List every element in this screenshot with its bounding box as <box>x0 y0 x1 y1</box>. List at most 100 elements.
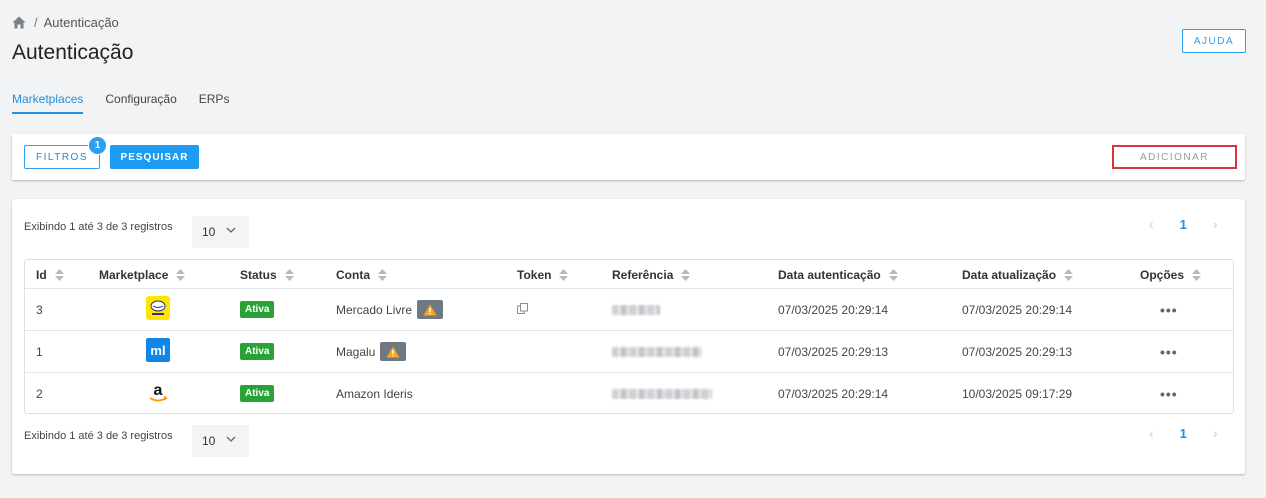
column-header-opcoes[interactable]: Opções <box>1140 268 1202 282</box>
column-header-label: Data atualização <box>962 268 1057 282</box>
auth-date: 07/03/2025 20:29:14 <box>778 302 889 317</box>
redacted-reference <box>612 388 712 399</box>
cell-referencia <box>612 331 702 372</box>
page-number[interactable]: 1 <box>1180 217 1187 232</box>
sort-icon[interactable] <box>1192 269 1202 281</box>
chevron-left-icon[interactable]: ‹ <box>1149 216 1154 232</box>
cell-id: 2 <box>36 373 43 414</box>
column-header-label: Status <box>240 268 277 282</box>
filter-toolbar: FILTROS 1 PESQUISAR ADICIONAR <box>12 134 1245 180</box>
column-header-label: Opções <box>1140 268 1185 282</box>
column-header-data-autenticacao[interactable]: Data autenticação <box>778 268 898 282</box>
home-icon[interactable] <box>12 16 26 29</box>
cell-data-autenticacao: 07/03/2025 20:29:14 <box>778 289 888 330</box>
column-header-label: Conta <box>336 268 370 282</box>
row-id: 3 <box>36 302 43 317</box>
breadcrumb-separator: / <box>34 15 38 30</box>
redacted-reference <box>612 346 702 357</box>
cell-referencia <box>612 373 712 414</box>
tab-erps[interactable]: ERPs <box>199 92 230 114</box>
svg-text:ml: ml <box>150 343 165 358</box>
tab-configuracao[interactable]: Configuração <box>105 92 176 114</box>
cell-opcoes: ••• <box>1160 289 1178 330</box>
chevron-left-icon[interactable]: ‹ <box>1149 425 1154 441</box>
pagination-bottom: ‹ 1 › <box>1149 425 1218 441</box>
sort-icon[interactable] <box>1064 269 1074 281</box>
table-row: 3 Ativa Mercado Livre 07/03/2025 20:29:14 07… <box>25 289 1233 331</box>
cell-data-autenticacao: 07/03/2025 20:29:13 <box>778 331 888 372</box>
breadcrumb: / Autenticação <box>12 15 119 30</box>
magalu-logo: ml <box>146 338 170 365</box>
add-button[interactable]: ADICIONAR <box>1112 145 1237 169</box>
more-options-icon[interactable]: ••• <box>1160 344 1178 360</box>
column-header-id[interactable]: Id <box>36 268 64 282</box>
amazon-logo: a <box>146 380 170 407</box>
page-size-select-bottom[interactable]: 10 <box>192 425 249 457</box>
column-header-label: Token <box>517 268 552 282</box>
row-id: 1 <box>36 344 43 359</box>
auth-table: Id Marketplace Status Conta Token Referência D… <box>24 259 1234 414</box>
pagination-top: ‹ 1 › <box>1149 216 1218 232</box>
copy-icon[interactable] <box>517 302 528 317</box>
page-size-select-top[interactable]: 10 <box>192 216 249 248</box>
sort-icon[interactable] <box>681 269 691 281</box>
svg-text:a: a <box>154 382 163 399</box>
column-header-status[interactable]: Status <box>240 268 294 282</box>
cell-marketplace: ml <box>146 331 170 372</box>
cell-id: 3 <box>36 289 43 330</box>
mercado-livre-logo <box>146 296 170 323</box>
cell-data-atualizacao: 10/03/2025 09:17:29 <box>962 373 1072 414</box>
sort-icon[interactable] <box>176 269 186 281</box>
sort-icon[interactable] <box>888 269 898 281</box>
page-size-value: 10 <box>202 434 216 448</box>
cell-data-autenticacao: 07/03/2025 20:29:14 <box>778 373 888 414</box>
search-button[interactable]: PESQUISAR <box>110 145 199 169</box>
chevron-right-icon[interactable]: › <box>1213 425 1218 441</box>
page-number[interactable]: 1 <box>1180 426 1187 441</box>
table-row: 1 ml Ativa Magalu 07/03/2025 20:29:13 07/03/2… <box>25 331 1233 373</box>
tab-marketplaces[interactable]: Marketplaces <box>12 92 84 114</box>
more-options-icon[interactable]: ••• <box>1160 302 1178 318</box>
cell-status: Ativa <box>240 373 275 414</box>
records-info-bottom: Exibindo 1 até 3 de 3 registros <box>24 430 173 442</box>
table-row: 2 a Ativa Amazon Ideris 07/03/2025 20:29:14 1… <box>25 373 1233 414</box>
warning-icon[interactable] <box>380 342 407 361</box>
column-header-conta[interactable]: Conta <box>336 268 387 282</box>
chevron-right-icon[interactable]: › <box>1213 216 1218 232</box>
column-header-data-atualizacao[interactable]: Data atualização <box>962 268 1074 282</box>
cell-data-atualizacao: 07/03/2025 20:29:14 <box>962 289 1072 330</box>
status-badge: Ativa <box>240 385 275 402</box>
warning-icon[interactable] <box>417 300 444 319</box>
sort-icon[interactable] <box>54 269 64 281</box>
cell-opcoes: ••• <box>1160 331 1178 372</box>
cell-marketplace: a <box>146 373 170 414</box>
auth-date: 07/03/2025 20:29:14 <box>778 386 889 401</box>
column-header-label: Referência <box>612 268 674 282</box>
chevron-down-icon <box>226 436 236 442</box>
cell-referencia <box>612 289 660 330</box>
status-badge: Ativa <box>240 343 275 360</box>
redacted-reference <box>612 304 660 315</box>
sort-icon[interactable] <box>378 269 387 281</box>
cell-conta: Amazon Ideris <box>336 373 413 414</box>
status-badge: Ativa <box>240 301 275 318</box>
sort-icon[interactable] <box>559 269 569 281</box>
column-header-label: Marketplace <box>99 268 169 282</box>
column-header-marketplace[interactable]: Marketplace <box>99 268 186 282</box>
sort-icon[interactable] <box>284 269 294 281</box>
column-header-token[interactable]: Token <box>517 268 569 282</box>
chevron-down-icon <box>226 227 236 233</box>
column-header-referencia[interactable]: Referência <box>612 268 691 282</box>
account-name: Mercado Livre <box>336 302 413 317</box>
cell-opcoes: ••• <box>1160 373 1178 414</box>
cell-id: 1 <box>36 331 43 372</box>
cell-data-atualizacao: 07/03/2025 20:29:13 <box>962 331 1072 372</box>
row-id: 2 <box>36 386 43 401</box>
more-options-icon[interactable]: ••• <box>1160 386 1178 402</box>
table-header-row: Id Marketplace Status Conta Token Referência D… <box>25 260 1233 289</box>
update-date: 07/03/2025 20:29:13 <box>962 344 1073 359</box>
cell-conta: Mercado Livre <box>336 289 444 330</box>
update-date: 07/03/2025 20:29:14 <box>962 302 1073 317</box>
account-name: Magalu <box>336 344 376 359</box>
help-button[interactable]: AJUDA <box>1182 29 1246 53</box>
